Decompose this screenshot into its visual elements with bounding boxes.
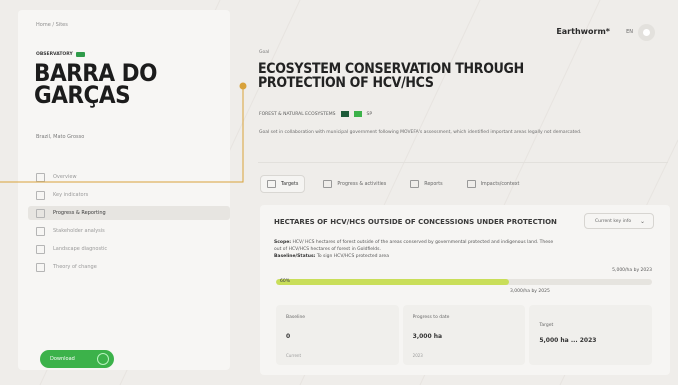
stat-value: 0 [286, 333, 291, 340]
brand-logo[interactable]: Earthworm* [556, 27, 610, 36]
goal-category: FOREST & NATURAL ECOSYSTEMS SP [259, 111, 372, 117]
stat-key: Baseline [286, 315, 306, 320]
tag-label: OBSERVATORY [36, 52, 73, 57]
tab-label: Reports [424, 181, 443, 187]
tab-impacts[interactable]: Impacts/context [461, 175, 526, 193]
goal-category-suffix: SP [366, 111, 373, 117]
sidebar-item-label: Theory of change [53, 264, 97, 270]
sidebar-item-stakeholder-analysis[interactable]: Stakeholder analysis [28, 224, 230, 238]
category-badge-icon [340, 111, 349, 117]
download-icon [97, 353, 109, 365]
report-icon [410, 180, 420, 188]
stat-key: Progress to date [412, 315, 450, 320]
tab-progress-activities[interactable]: Progress & activities [317, 175, 392, 193]
stats-row: Baseline 0 Current Progress to date 3,00… [276, 305, 653, 365]
sidebar-item-theory-of-change[interactable]: Theory of change [28, 260, 230, 274]
stat-target: Target 5,000 ha ... 2023 [529, 305, 653, 365]
chevron-down-icon: ⌄ [639, 218, 645, 225]
goal-description: Goal set in collaboration with municipal… [259, 130, 582, 135]
observatory-tag: OBSERVATORY [36, 52, 85, 57]
sidebar-item-label: Overview [53, 174, 77, 180]
progress-icon [36, 208, 45, 218]
stat-value: 3,000 ha [412, 333, 443, 340]
divider [258, 162, 668, 163]
sidebar-item-overview[interactable]: Overview [28, 170, 230, 184]
main-content: Earthworm* EN Goal ECOSYSTEM CONSERVATIO… [230, 0, 678, 385]
overview-icon [36, 172, 45, 182]
breadcrumb[interactable]: Home / Sites [36, 22, 68, 28]
sidebar: Home / Sites OBSERVATORY BARRA DO GARÇAS… [18, 10, 230, 370]
baseline-body: To sign HCV/HCS protected area [316, 254, 389, 259]
scope-body: HCV/ HCS hectares of forest outside of t… [274, 240, 554, 252]
progress-label: 3,000/ha by 2025 [510, 289, 550, 294]
site-title: BARRA DO GARÇAS [34, 59, 157, 109]
goal-category-label: FOREST & NATURAL ECOSYSTEMS [259, 111, 336, 117]
progress-bar-fill [276, 279, 510, 285]
chart-icon [36, 190, 45, 200]
tag-badge-icon [75, 52, 85, 57]
scope-label: Scope: [274, 240, 292, 245]
progress-bar [276, 279, 652, 285]
stat-key: Target [539, 323, 554, 328]
pin-icon [36, 244, 45, 254]
category-badge-icon-2 [353, 111, 362, 117]
heart-icon [36, 226, 45, 236]
target-panel: HECTARES OF HCV/HCS OUTSIDE OF CONCESSIO… [260, 205, 670, 375]
goal-title: ECOSYSTEM CONSERVATION THROUGH PROTECTIO… [258, 61, 524, 91]
sidebar-nav: Overview Key indicators Progress & Repor… [28, 170, 230, 278]
progress-percent: 60% [280, 279, 291, 284]
document-icon [36, 262, 45, 272]
sidebar-item-label: Progress & Reporting [53, 210, 106, 216]
tabs: Targets Progress & activities Reports Im… [260, 175, 525, 193]
sidebar-item-label: Key indicators [53, 192, 89, 198]
sidebar-item-label: Stakeholder analysis [53, 228, 105, 234]
download-button[interactable]: Download [40, 350, 114, 368]
language-switcher[interactable]: EN [626, 29, 633, 35]
stat-baseline: Baseline 0 Current [276, 305, 399, 365]
scope-text: Scope: HCV/ HCS hectares of forest outsi… [274, 239, 554, 260]
tab-label: Targets [281, 181, 299, 187]
tab-label: Progress & activities [337, 181, 387, 187]
menu-icon[interactable] [638, 24, 655, 41]
tab-targets[interactable]: Targets [260, 175, 306, 193]
target-label: 5,000/ha by 2023 [612, 268, 652, 273]
sidebar-item-key-indicators[interactable]: Key indicators [28, 188, 230, 202]
panel-heading: HECTARES OF HCV/HCS OUTSIDE OF CONCESSIO… [274, 218, 557, 226]
stat-progress: Progress to date 3,000 ha 2023 [402, 305, 526, 365]
tab-reports[interactable]: Reports [404, 175, 448, 193]
flag-icon [267, 180, 276, 188]
select-value: Current key info [595, 218, 632, 224]
heart-icon [466, 180, 476, 188]
download-label: Download [50, 356, 75, 362]
goal-eyebrow: Goal [259, 50, 270, 55]
site-location: Brazil, Mato Grosso [36, 134, 85, 140]
sidebar-item-landscape-diagnostic[interactable]: Landscape diagnostic [28, 242, 230, 256]
sidebar-item-progress-reporting[interactable]: Progress & Reporting [28, 206, 230, 220]
sidebar-item-label: Landscape diagnostic [53, 246, 108, 252]
tab-label: Impacts/context [480, 181, 520, 187]
topbar: Earthworm* EN [230, 0, 678, 55]
info-select[interactable]: Current key info ⌄ [584, 213, 654, 229]
stat-footer: Current [286, 353, 302, 358]
stat-footer: 2023 [412, 353, 423, 358]
baseline-label: Baseline/Status: [274, 254, 316, 259]
chart-icon [323, 180, 333, 188]
stat-value: 5,000 ha ... 2023 [539, 337, 597, 344]
